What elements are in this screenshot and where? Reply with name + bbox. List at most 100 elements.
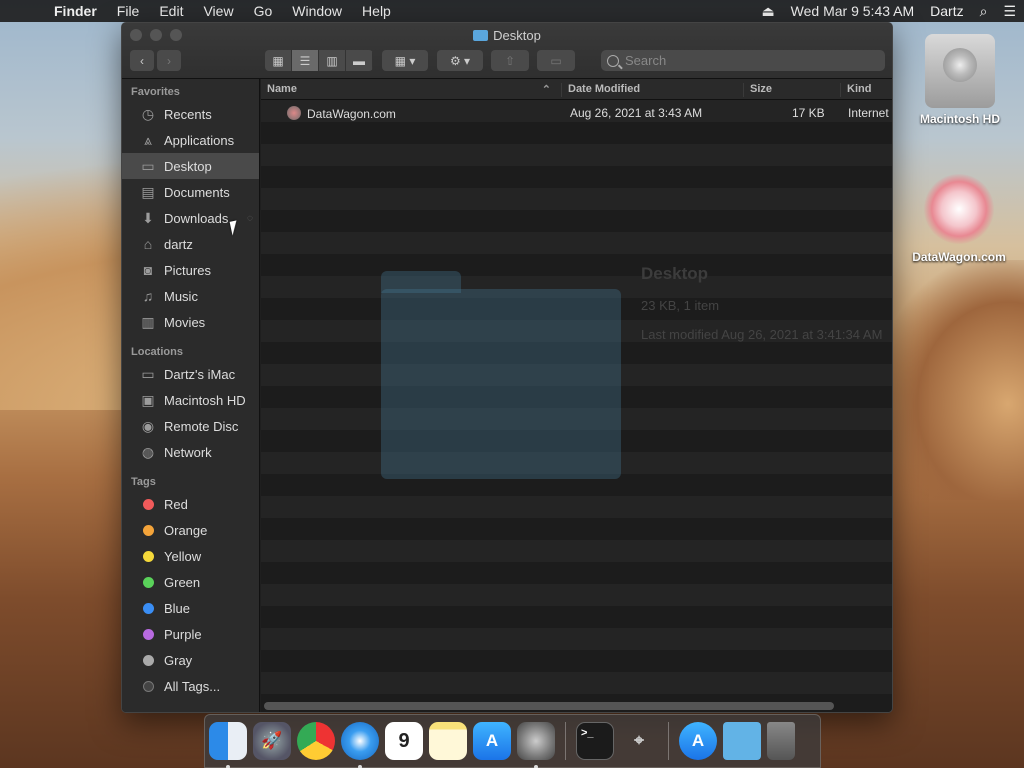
dock-calendar-icon[interactable]: 9 bbox=[385, 722, 423, 760]
menu-view[interactable]: View bbox=[193, 3, 243, 19]
dock-safari-icon[interactable] bbox=[341, 722, 379, 768]
hard-drive-icon: ▣ bbox=[141, 391, 155, 408]
sidebar-all-tags[interactable]: All Tags... bbox=[122, 673, 259, 699]
sidebar: Favorites ◷ Recents ⩓ Applications ▭ Deskto… bbox=[122, 79, 260, 712]
tag-button[interactable]: ▭ bbox=[537, 50, 575, 71]
menu-file[interactable]: File bbox=[107, 3, 150, 19]
download-icon: ⬇ bbox=[142, 209, 154, 226]
window-title: Desktop bbox=[122, 28, 892, 43]
gallery-view-button[interactable]: ▬ bbox=[346, 50, 373, 71]
notification-center-icon[interactable]: ☰ bbox=[995, 3, 1024, 20]
dock-folder-icon[interactable] bbox=[723, 722, 761, 760]
sidebar-item-desktop[interactable]: ▭ Desktop bbox=[122, 153, 259, 179]
dock-utility-icon[interactable]: ⌖ bbox=[620, 722, 658, 760]
folder-icon bbox=[473, 30, 489, 41]
file-date: Aug 26, 2021 at 3:43 AM bbox=[570, 106, 703, 120]
hard-drive-icon bbox=[925, 34, 995, 108]
dock-system-preferences-icon[interactable] bbox=[517, 722, 555, 768]
desktop-icon: ▭ bbox=[141, 157, 155, 174]
sidebar-item-recents[interactable]: ◷ Recents bbox=[122, 101, 259, 127]
column-header: Name ⌃ Date Modified Size Kind bbox=[261, 79, 892, 100]
search-icon bbox=[607, 54, 619, 67]
globe-icon: ◍ bbox=[141, 443, 155, 460]
sidebar-header-favorites: Favorites bbox=[131, 86, 180, 98]
menu-clock[interactable]: Wed Mar 9 5:43 AM bbox=[783, 3, 922, 19]
column-date-modified[interactable]: Date Modified bbox=[561, 83, 640, 97]
dock-trash-icon[interactable] bbox=[767, 722, 795, 760]
tag-dot-icon bbox=[143, 628, 154, 640]
sidebar-item-applications[interactable]: ⩓ Applications bbox=[122, 127, 259, 153]
sidebar-item-downloads[interactable]: ⬇ Downloads ◌ bbox=[122, 205, 259, 231]
sidebar-item-home[interactable]: ⌂ dartz bbox=[122, 231, 259, 257]
window-toolbar: Desktop ‹ › ▦ ☰ ▥ ▬ ▦ ▾ ⚙ ▾ ⇧ ▭ Search bbox=[122, 23, 892, 79]
sidebar-tag-gray[interactable]: Gray bbox=[122, 647, 259, 673]
view-mode-control: ▦ ☰ ▥ ▬ bbox=[265, 50, 373, 71]
sidebar-tag-blue[interactable]: Blue bbox=[122, 595, 259, 621]
eject-icon[interactable]: ⏏ bbox=[753, 3, 782, 20]
column-kind[interactable]: Kind bbox=[840, 83, 871, 97]
applications-icon: ⩓ bbox=[144, 131, 152, 148]
column-view-button[interactable]: ▥ bbox=[319, 50, 346, 71]
sidebar-tag-green[interactable]: Green bbox=[122, 569, 259, 595]
tag-dot-icon bbox=[143, 602, 154, 614]
share-button[interactable]: ⇧ bbox=[491, 50, 529, 71]
sort-arrow-icon: ⌃ bbox=[541, 84, 551, 96]
desktop-icon-datawagon[interactable]: DataWagon.com bbox=[904, 174, 1014, 264]
sidebar-header-locations: Locations bbox=[131, 346, 183, 358]
dock-finder-icon[interactable] bbox=[209, 722, 247, 768]
menu-window[interactable]: Window bbox=[282, 3, 352, 19]
dock-notes-icon[interactable] bbox=[429, 722, 467, 760]
sidebar-item-remote-disc[interactable]: ◉ Remote Disc bbox=[122, 413, 259, 439]
dock-app-store-icon[interactable]: A bbox=[473, 722, 511, 760]
dock-chrome-icon[interactable] bbox=[297, 722, 335, 760]
sidebar-item-movies[interactable]: ▥ Movies bbox=[122, 309, 259, 335]
finder-window: Desktop ‹ › ▦ ☰ ▥ ▬ ▦ ▾ ⚙ ▾ ⇧ ▭ Search F… bbox=[121, 22, 893, 713]
document-icon: ▤ bbox=[141, 183, 155, 200]
imac-icon: ▭ bbox=[141, 365, 155, 382]
dock-terminal-icon[interactable]: >_ bbox=[576, 722, 614, 760]
sidebar-tag-purple[interactable]: Purple bbox=[122, 621, 259, 647]
tag-icon: ▭ bbox=[550, 53, 562, 68]
search-field[interactable]: Search bbox=[601, 50, 885, 71]
sidebar-tag-red[interactable]: Red bbox=[122, 491, 259, 517]
menu-user[interactable]: Dartz bbox=[922, 3, 971, 19]
spotlight-icon[interactable]: ⌕ bbox=[972, 3, 996, 20]
tag-dot-icon bbox=[143, 654, 154, 666]
disc-icon: ◉ bbox=[141, 417, 155, 434]
sidebar-tag-yellow[interactable]: Yellow bbox=[122, 543, 259, 569]
desktop-wallpaper-dune bbox=[880, 260, 1024, 500]
dock-launchpad-icon[interactable]: 🚀 bbox=[253, 722, 291, 760]
group-by-button[interactable]: ▦ ▾ bbox=[382, 50, 428, 71]
desktop-icon-macintosh-hd[interactable]: Macintosh HD bbox=[910, 34, 1010, 126]
share-icon: ⇧ bbox=[504, 53, 516, 68]
tag-dot-icon bbox=[143, 524, 154, 536]
menu-help[interactable]: Help bbox=[352, 3, 401, 19]
chevron-left-icon: ‹ bbox=[140, 53, 144, 68]
column-name[interactable]: Name ⌃ bbox=[261, 83, 559, 97]
tag-dot-icon bbox=[143, 550, 154, 562]
table-row[interactable]: DataWagon.com Aug 26, 2021 at 3:43 AM 17… bbox=[261, 102, 892, 124]
dock-app-store-downloads-icon[interactable]: A bbox=[679, 722, 717, 760]
sidebar-item-music[interactable]: ♫ Music bbox=[122, 283, 259, 309]
menu-edit[interactable]: Edit bbox=[149, 3, 193, 19]
menu-go[interactable]: Go bbox=[244, 3, 283, 19]
menu-app-finder[interactable]: Finder bbox=[44, 3, 107, 19]
column-size[interactable]: Size bbox=[743, 83, 772, 97]
icon-view-button[interactable]: ▦ bbox=[265, 50, 292, 71]
back-button[interactable]: ‹ bbox=[130, 50, 154, 71]
horizontal-scrollbar[interactable] bbox=[264, 702, 834, 710]
tag-dot-icon bbox=[143, 576, 154, 588]
sidebar-item-documents[interactable]: ▤ Documents bbox=[122, 179, 259, 205]
action-button[interactable]: ⚙ ▾ bbox=[437, 50, 483, 71]
sidebar-item-imac[interactable]: ▭ Dartz's iMac bbox=[122, 361, 259, 387]
clock-icon: ◷ bbox=[141, 105, 155, 122]
all-tags-icon bbox=[143, 680, 154, 692]
list-view-button[interactable]: ☰ bbox=[292, 50, 319, 71]
chevron-right-icon: › bbox=[167, 53, 171, 68]
sidebar-item-network[interactable]: ◍ Network bbox=[122, 439, 259, 465]
sidebar-tag-orange[interactable]: Orange bbox=[122, 517, 259, 543]
sidebar-item-pictures[interactable]: ◙ Pictures bbox=[122, 257, 259, 283]
forward-button[interactable]: › bbox=[157, 50, 181, 71]
camera-icon: ◙ bbox=[143, 262, 153, 278]
sidebar-item-macintosh-hd[interactable]: ▣ Macintosh HD bbox=[122, 387, 259, 413]
